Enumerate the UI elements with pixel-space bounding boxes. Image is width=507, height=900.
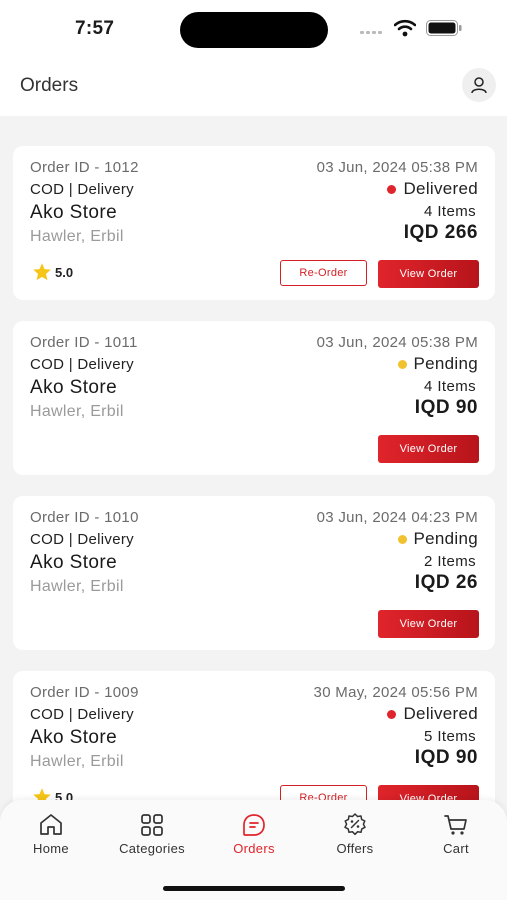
status-badge: Pending bbox=[397, 529, 479, 549]
item-count: 2 Items bbox=[424, 553, 476, 570]
status-dot-icon bbox=[387, 184, 397, 194]
view-order-button[interactable]: View Order bbox=[378, 260, 479, 288]
store-address: Hawler, Erbil bbox=[30, 403, 124, 420]
app-header: Orders bbox=[0, 58, 507, 116]
store-name: Ako Store bbox=[30, 202, 118, 223]
tab-label: Offers bbox=[336, 841, 374, 856]
battery-icon bbox=[426, 20, 462, 36]
order-card[interactable]: Order ID - 1012 COD | Delivery Ako Store… bbox=[13, 146, 495, 300]
order-type: COD | Delivery bbox=[30, 531, 134, 548]
reorder-button[interactable]: Re-Order bbox=[280, 260, 367, 286]
order-date: 03 Jun, 2024 05:38 PM bbox=[316, 334, 478, 351]
offers-icon bbox=[344, 813, 366, 836]
status-label: Pending bbox=[413, 529, 478, 548]
order-card[interactable]: Order ID - 1010 COD | Delivery Ako Store… bbox=[13, 496, 495, 650]
order-type: COD | Delivery bbox=[30, 356, 134, 373]
tab-label: Cart bbox=[443, 841, 469, 856]
order-id: Order ID - 1010 bbox=[30, 509, 139, 526]
status-label: Delivered bbox=[403, 704, 478, 723]
profile-button[interactable] bbox=[462, 68, 496, 102]
tab-categories[interactable]: Categories bbox=[107, 812, 197, 856]
order-id: Order ID - 1012 bbox=[30, 159, 139, 176]
status-dot-icon bbox=[397, 534, 407, 544]
orders-list: Order ID - 1012 COD | Delivery Ako Store… bbox=[13, 146, 495, 846]
tab-label: Home bbox=[33, 841, 69, 856]
store-address: Hawler, Erbil bbox=[30, 753, 124, 770]
cart-icon bbox=[444, 815, 467, 835]
page-title: Orders bbox=[20, 75, 79, 96]
status-badge: Pending bbox=[397, 354, 479, 374]
order-card[interactable]: Order ID - 1011 COD | Delivery Ako Store… bbox=[13, 321, 495, 475]
store-address: Hawler, Erbil bbox=[30, 228, 124, 245]
home-icon bbox=[40, 814, 62, 835]
status-label: Delivered bbox=[403, 179, 478, 198]
store-address: Hawler, Erbil bbox=[30, 578, 124, 595]
rating: 5.0 bbox=[32, 262, 73, 282]
view-order-button[interactable]: View Order bbox=[378, 610, 479, 638]
order-id: Order ID - 1009 bbox=[30, 684, 139, 701]
wifi-icon bbox=[394, 19, 416, 37]
item-count: 5 Items bbox=[424, 728, 476, 745]
store-name: Ako Store bbox=[30, 377, 118, 398]
status-label: Pending bbox=[413, 354, 478, 373]
bottom-tab-bar: Home Categories Orders Offers Cart bbox=[0, 800, 507, 900]
order-type: COD | Delivery bbox=[30, 181, 134, 198]
item-count: 4 Items bbox=[424, 203, 476, 220]
signal-icon bbox=[360, 31, 382, 34]
order-date: 30 May, 2024 05:56 PM bbox=[313, 684, 478, 701]
order-type: COD | Delivery bbox=[30, 706, 134, 723]
order-price: IQD 90 bbox=[414, 747, 478, 768]
star-icon bbox=[33, 263, 51, 281]
order-price: IQD 90 bbox=[414, 397, 478, 418]
status-time: 7:57 bbox=[75, 18, 115, 39]
home-indicator bbox=[163, 886, 345, 891]
tab-label: Orders bbox=[233, 841, 275, 856]
rating-value: 5.0 bbox=[55, 264, 74, 280]
view-order-button[interactable]: View Order bbox=[378, 435, 479, 463]
store-name: Ako Store bbox=[30, 727, 118, 748]
store-name: Ako Store bbox=[30, 552, 118, 573]
tab-cart[interactable]: Cart bbox=[411, 812, 501, 856]
tab-home[interactable]: Home bbox=[6, 812, 96, 856]
status-badge: Delivered bbox=[387, 179, 478, 199]
status-dot-icon bbox=[387, 709, 397, 719]
order-price: IQD 266 bbox=[403, 222, 478, 243]
status-badge: Delivered bbox=[387, 704, 478, 724]
status-dot-icon bbox=[397, 359, 407, 369]
order-date: 03 Jun, 2024 05:38 PM bbox=[316, 159, 478, 176]
tab-offers[interactable]: Offers bbox=[310, 812, 400, 856]
dynamic-island bbox=[180, 12, 328, 48]
categories-icon bbox=[141, 814, 163, 836]
item-count: 4 Items bbox=[424, 378, 476, 395]
orders-icon bbox=[243, 814, 265, 836]
tab-orders[interactable]: Orders bbox=[209, 812, 299, 856]
status-bar: 7:57 bbox=[0, 0, 507, 58]
order-id: Order ID - 1011 bbox=[30, 334, 138, 351]
tab-label: Categories bbox=[119, 841, 185, 856]
user-icon bbox=[471, 77, 487, 94]
order-date: 03 Jun, 2024 04:23 PM bbox=[316, 509, 478, 526]
order-price: IQD 26 bbox=[414, 572, 478, 593]
